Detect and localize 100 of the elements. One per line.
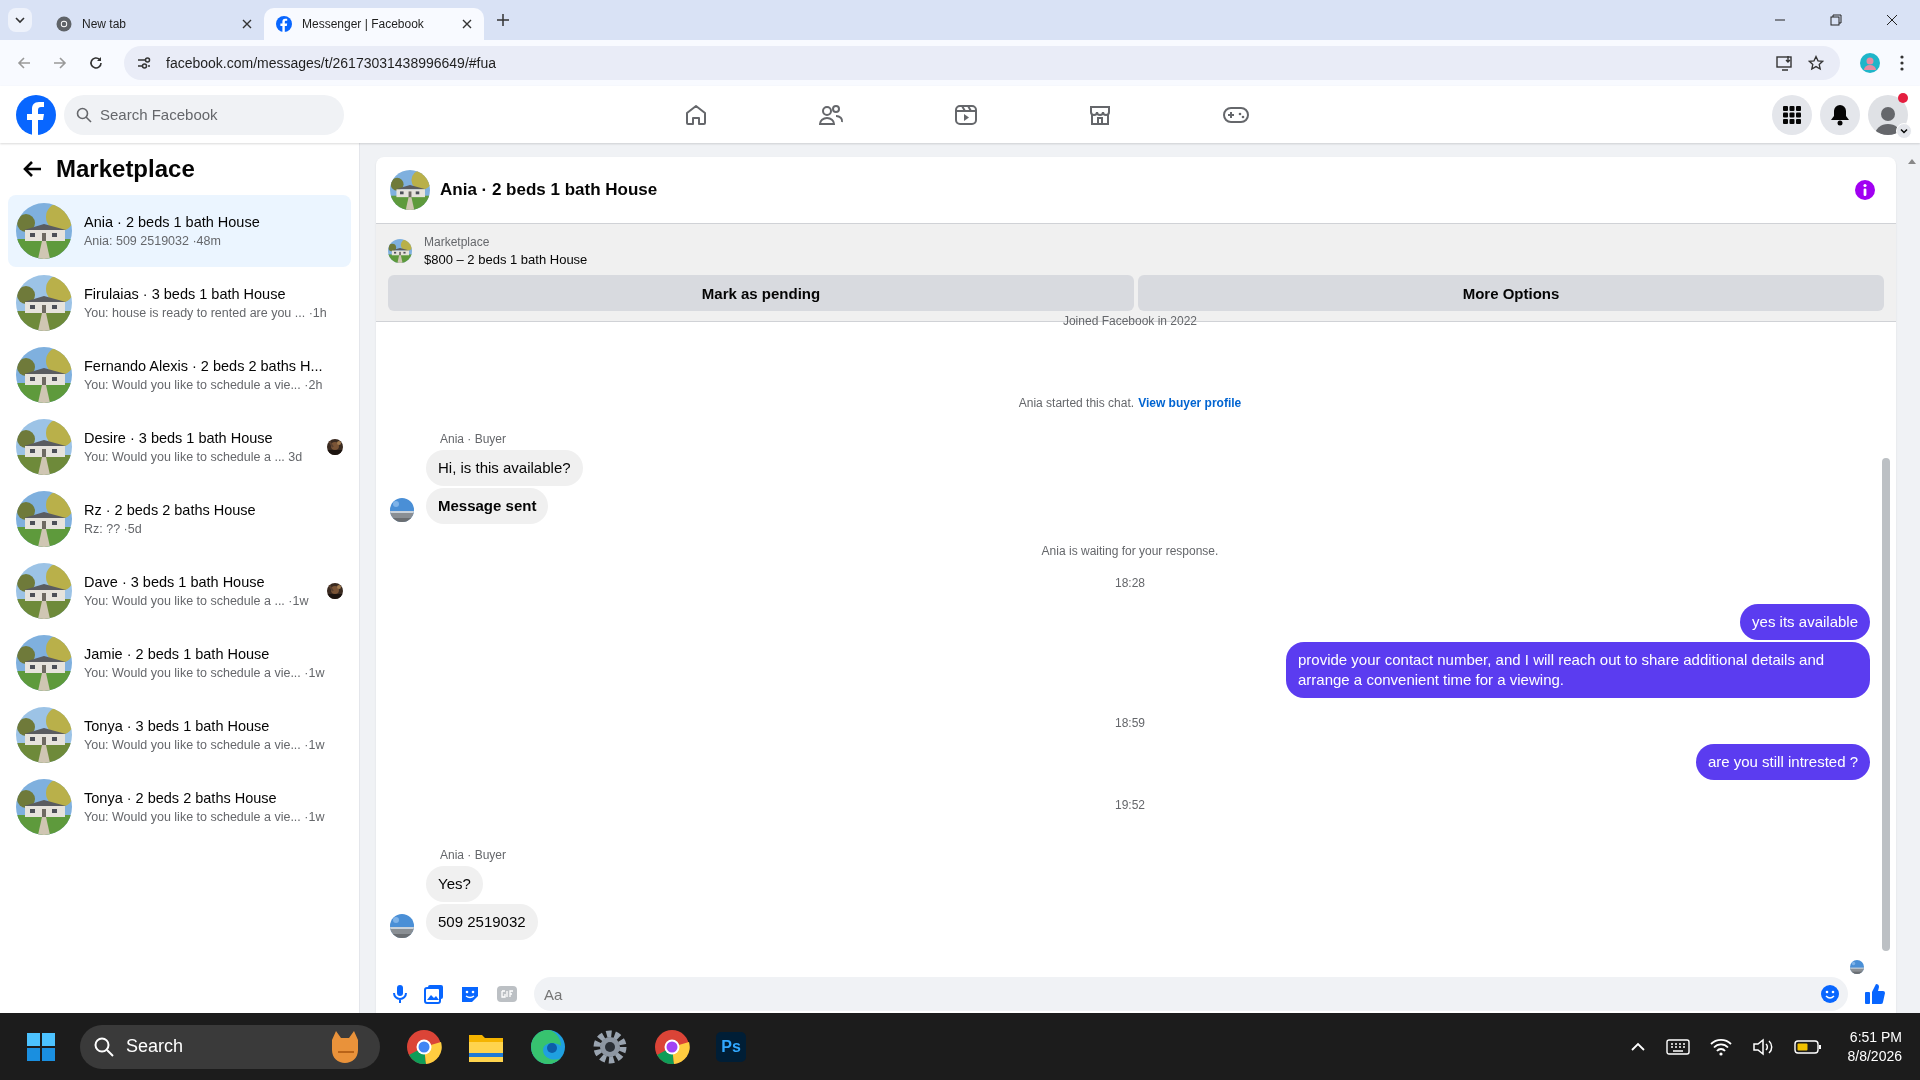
address-bar[interactable]: facebook.com/messages/t/26173031438996649/#fua (124, 46, 1840, 80)
message-bubble: 509 2519032 (426, 904, 538, 940)
microphone-icon[interactable] (392, 984, 408, 1004)
wifi-icon[interactable] (1709, 1037, 1732, 1056)
listing-label: Marketplace (424, 235, 491, 249)
conversation-title: Rz · 2 beds 2 baths House (84, 502, 257, 518)
conversation-title: Jamie · 2 beds 1 bath House (84, 646, 271, 662)
browser-tab[interactable]: Messenger | Facebook (264, 8, 484, 40)
info-icon[interactable] (1854, 179, 1876, 201)
tab-search-button[interactable] (8, 8, 32, 32)
conversation-title: Ania · 2 beds 1 bath House (84, 214, 261, 230)
close-tab-icon[interactable] (462, 19, 472, 29)
chevron-up-icon[interactable] (1629, 1041, 1646, 1052)
video-icon[interactable] (954, 102, 978, 127)
menu-button[interactable] (1772, 94, 1812, 135)
browser-tab[interactable]: New tab (44, 8, 264, 40)
timestamp: 18:28 (1115, 576, 1145, 590)
conversation-title: Dave · 3 beds 1 bath House (84, 574, 266, 590)
message-preview: You: Would you like to schedule a ... ·1w (84, 594, 310, 608)
listing-title: $800 – 2 beds 1 bath House (424, 252, 588, 267)
message-preview: Ania: 509 2519032 ·48m (84, 234, 222, 248)
conversation-item[interactable]: Dave · 3 beds 1 bath House You: Would you like to schedule a ... ·1w (8, 555, 351, 627)
message-preview: You: Would you like to schedule a vie... ·1w (84, 738, 326, 752)
view-profile-link[interactable]: View buyer profile (1138, 396, 1242, 410)
conversation-item[interactable]: Rz · 2 beds 2 baths House Rz: ?? ·5d (8, 483, 351, 555)
thumbs-up-icon[interactable] (1864, 983, 1886, 1005)
keyboard-icon[interactable] (1665, 1038, 1690, 1055)
time-text: 6:51 PM (1849, 1029, 1902, 1045)
conversation-item[interactable]: Fernando Alexis · 2 beds 2 baths H... You: Would you like to schedule a vie... ·2h (8, 339, 351, 411)
chrome-icon[interactable] (654, 1028, 690, 1065)
start-icon[interactable] (26, 1031, 56, 1062)
profile-avatar-icon[interactable] (1860, 53, 1880, 73)
forward-icon[interactable] (52, 55, 68, 71)
account-avatar[interactable] (1868, 94, 1908, 135)
settings-icon[interactable] (592, 1028, 628, 1065)
back-icon[interactable] (16, 55, 32, 71)
menu-icon[interactable] (1900, 55, 1904, 71)
chevron-down-icon (14, 14, 26, 26)
notifications-button[interactable] (1820, 94, 1860, 135)
friends-icon[interactable] (818, 102, 844, 127)
message-bubble: are you still intrested ? (1695, 744, 1870, 780)
message-bubble: provide your contact number, and I will reach out to share additional details and arrange a convenient time for a viewing. (1286, 642, 1870, 698)
new-tab-icon[interactable] (496, 13, 510, 27)
sticker-icon[interactable] (460, 984, 480, 1004)
site-settings-icon[interactable] (136, 55, 152, 71)
battery-icon[interactable] (1793, 1038, 1822, 1055)
conversation-item[interactable]: Firulaias · 3 beds 1 bath House You: house is ready to rented are you ... ·1h (8, 267, 351, 339)
chat-title: Ania · 2 beds 1 bath House (440, 180, 658, 200)
conversation-title: Tonya · 3 beds 1 bath House (84, 718, 271, 734)
install-app-icon[interactable] (1776, 55, 1794, 71)
conversation-item[interactable]: Desire · 3 beds 1 bath House You: Would you like to schedule a ... 3d (8, 411, 351, 483)
conversation-item[interactable]: Ania · 2 beds 1 bath House Ania: 509 2519032 ·48m (8, 195, 351, 267)
message-preview: You: Would you like to schedule a vie... ·2h (84, 378, 324, 392)
message-preview: You: Would you like to schedule a vie... ·1w (84, 666, 326, 680)
message-preview: You: Would you like to schedule a ... 3d (84, 450, 304, 464)
system-message: Ania started this chat. (1018, 396, 1135, 410)
conversation-item[interactable]: Tonya · 2 beds 2 baths House You: Would you like to schedule a vie... ·1w (8, 771, 351, 843)
message-preview: You: Would you like to schedule a vie... ·1w (84, 810, 326, 824)
search-field[interactable]: Search Facebook (64, 94, 344, 135)
photoshop-icon[interactable]: Ps (716, 1031, 746, 1062)
date-text: 8/8/2026 (1847, 1048, 1902, 1064)
taskbar-search-field[interactable]: Search (80, 1024, 380, 1069)
emoji-icon[interactable] (1820, 984, 1840, 1004)
reload-icon[interactable] (88, 55, 104, 71)
message-bubble: Hi, is this available? (426, 450, 583, 486)
sender-label: Ania · Buyer (440, 848, 508, 862)
message-field[interactable]: Aa (534, 977, 1848, 1011)
scroll-up-icon[interactable] (1907, 157, 1917, 165)
message-preview: Rz: ?? ·5d (84, 522, 143, 536)
sender-label: Ania · Buyer (440, 432, 508, 446)
bell-icon (1830, 103, 1850, 126)
conversation-item[interactable]: Jamie · 2 beds 1 bath House You: Would you like to schedule a vie... ·1w (8, 627, 351, 699)
conversation-item[interactable]: Tonya · 3 beds 1 bath House You: Would you like to schedule a vie... ·1w (8, 699, 351, 771)
clock[interactable]: 6:51 PM 8/8/2026 (1841, 1029, 1908, 1064)
restore-icon[interactable] (1830, 14, 1842, 26)
sidebar-title: Marketplace (56, 155, 195, 183)
listing-action-button[interactable]: Mark as pending (388, 275, 1134, 311)
close-tab-icon[interactable] (242, 19, 252, 29)
timestamp: 18:59 (1115, 716, 1145, 730)
message-bubble: Yes? (426, 866, 483, 902)
system-message: Joined Facebook in 2022 (1062, 314, 1198, 328)
apps-grid-icon (1782, 104, 1802, 125)
edge-icon[interactable] (530, 1028, 566, 1065)
scrollbar-thumb[interactable] (1882, 458, 1890, 951)
message-preview: You: house is ready to rented are you ... ·1h (84, 306, 328, 320)
search-icon (94, 1036, 114, 1057)
search-icon (76, 106, 92, 123)
home-icon[interactable] (684, 102, 708, 127)
facebook-logo-icon (276, 16, 292, 32)
conversation-title: Desire · 3 beds 1 bath House (84, 430, 274, 446)
bookmark-star-icon[interactable] (1808, 55, 1824, 71)
conversation-title: Tonya · 2 beds 2 baths House (84, 790, 278, 806)
listing-action-button[interactable]: More Options (1138, 275, 1884, 311)
close-icon[interactable] (1886, 14, 1898, 26)
back-arrow-icon[interactable] (22, 160, 42, 178)
chrome-icon (56, 16, 72, 32)
facebook-logo-icon[interactable] (16, 94, 56, 135)
chrome-icon[interactable] (406, 1028, 442, 1065)
image-icon[interactable] (424, 984, 444, 1004)
volume-icon[interactable] (1751, 1037, 1774, 1056)
